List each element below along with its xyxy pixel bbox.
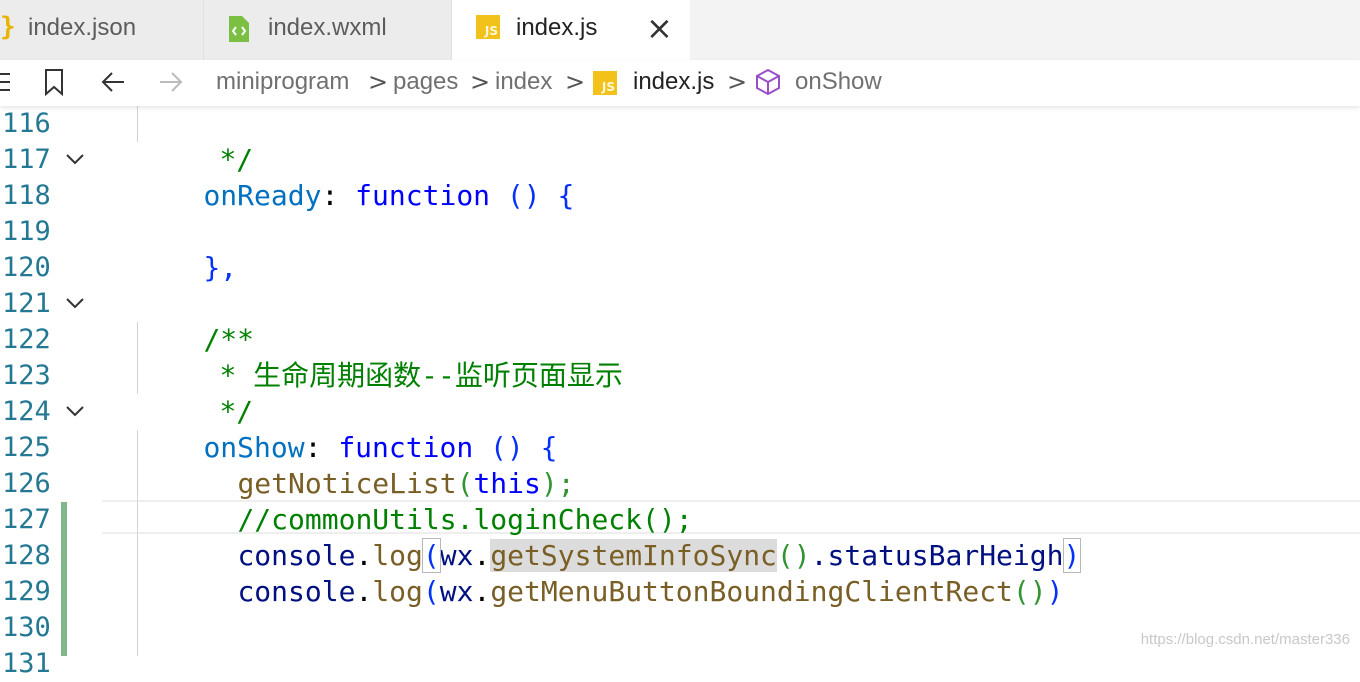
method-cube-icon bbox=[755, 68, 781, 100]
breadcrumb-item-miniprogram[interactable]: miniprogram bbox=[216, 68, 349, 96]
json-file-icon: } bbox=[0, 12, 16, 42]
indent-guide bbox=[137, 106, 138, 142]
tab-label: index.js bbox=[516, 14, 598, 41]
watermark-text: https://blog.csdn.net/master336 bbox=[1140, 631, 1350, 648]
tab-label: index.json bbox=[28, 14, 137, 41]
code-line-current: console.log(wx.getSystemInfoSync().statu… bbox=[237, 538, 1082, 573]
line-number: 131 bbox=[2, 648, 51, 679]
line-number: 127 bbox=[2, 504, 51, 535]
line-number: 122 bbox=[2, 324, 51, 355]
line-number: 125 bbox=[2, 432, 51, 463]
js-file-icon: JS bbox=[476, 15, 500, 39]
forward-arrow-icon[interactable] bbox=[158, 70, 184, 98]
breadcrumb-item-onshow[interactable]: onShow bbox=[795, 68, 882, 96]
line-number: 124 bbox=[2, 396, 51, 427]
breadcrumb-separator: > bbox=[727, 68, 748, 96]
code-line: }, bbox=[203, 251, 238, 284]
line-number: 118 bbox=[2, 180, 51, 211]
code-line: getNoticeList(this); bbox=[237, 467, 575, 500]
git-modified-indicator bbox=[61, 502, 67, 656]
tab-label: index.wxml bbox=[268, 14, 387, 41]
breadcrumb: miniprogram > pages > index > JS index.j… bbox=[0, 60, 1360, 106]
line-number: 123 bbox=[2, 360, 51, 391]
line-number: 128 bbox=[2, 540, 51, 571]
code-line: console.log(wx.getMenuButtonBoundingClie… bbox=[237, 575, 1064, 608]
line-number: 121 bbox=[2, 288, 51, 319]
breadcrumb-separator: > bbox=[368, 68, 389, 96]
breadcrumb-item-index-js[interactable]: index.js bbox=[633, 68, 714, 96]
line-number-gutter: 116 117 118 119 120 121 122 123 124 125 … bbox=[0, 106, 102, 679]
line-number: 117 bbox=[2, 144, 51, 175]
code-line: onShow: function () { bbox=[203, 431, 558, 464]
line-number: 119 bbox=[2, 216, 51, 247]
tab-index-json[interactable]: } index.json bbox=[0, 0, 204, 60]
chevron-down-icon[interactable] bbox=[64, 142, 86, 178]
line-number: 126 bbox=[2, 468, 51, 499]
list-icon[interactable] bbox=[0, 71, 12, 97]
bookmark-icon[interactable] bbox=[44, 68, 64, 100]
tab-index-wxml[interactable]: index.wxml bbox=[204, 0, 452, 60]
chevron-down-icon[interactable] bbox=[64, 286, 86, 322]
line-number: 129 bbox=[2, 576, 51, 607]
line-number: 116 bbox=[2, 108, 51, 139]
wxml-file-icon bbox=[228, 15, 250, 47]
tab-index-js[interactable]: JS index.js × bbox=[452, 0, 690, 60]
line-number: 120 bbox=[2, 252, 51, 283]
back-arrow-icon[interactable] bbox=[100, 70, 126, 98]
js-file-icon: JS bbox=[593, 71, 617, 95]
chevron-down-icon[interactable] bbox=[64, 394, 86, 430]
code-line: /** bbox=[203, 323, 255, 356]
close-icon[interactable]: × bbox=[646, 12, 673, 44]
code-line: */ bbox=[219, 395, 254, 428]
editor-tab-bar: } index.json index.wxml JS index.js × bbox=[0, 0, 1360, 60]
code-line: onReady: function () { bbox=[203, 179, 575, 212]
breadcrumb-item-pages[interactable]: pages bbox=[393, 68, 458, 96]
breadcrumb-separator: > bbox=[470, 68, 491, 96]
code-line: * 生命周期函数--监听页面显示 bbox=[219, 359, 623, 392]
breadcrumb-separator: > bbox=[565, 68, 586, 96]
code-editor[interactable]: 116 117 118 119 120 121 122 123 124 125 … bbox=[0, 106, 1360, 679]
code-line: //commonUtils.loginCheck(); bbox=[237, 503, 693, 536]
line-number: 130 bbox=[2, 612, 51, 643]
breadcrumb-item-index[interactable]: index bbox=[495, 68, 552, 96]
code-line: */ bbox=[219, 143, 254, 176]
